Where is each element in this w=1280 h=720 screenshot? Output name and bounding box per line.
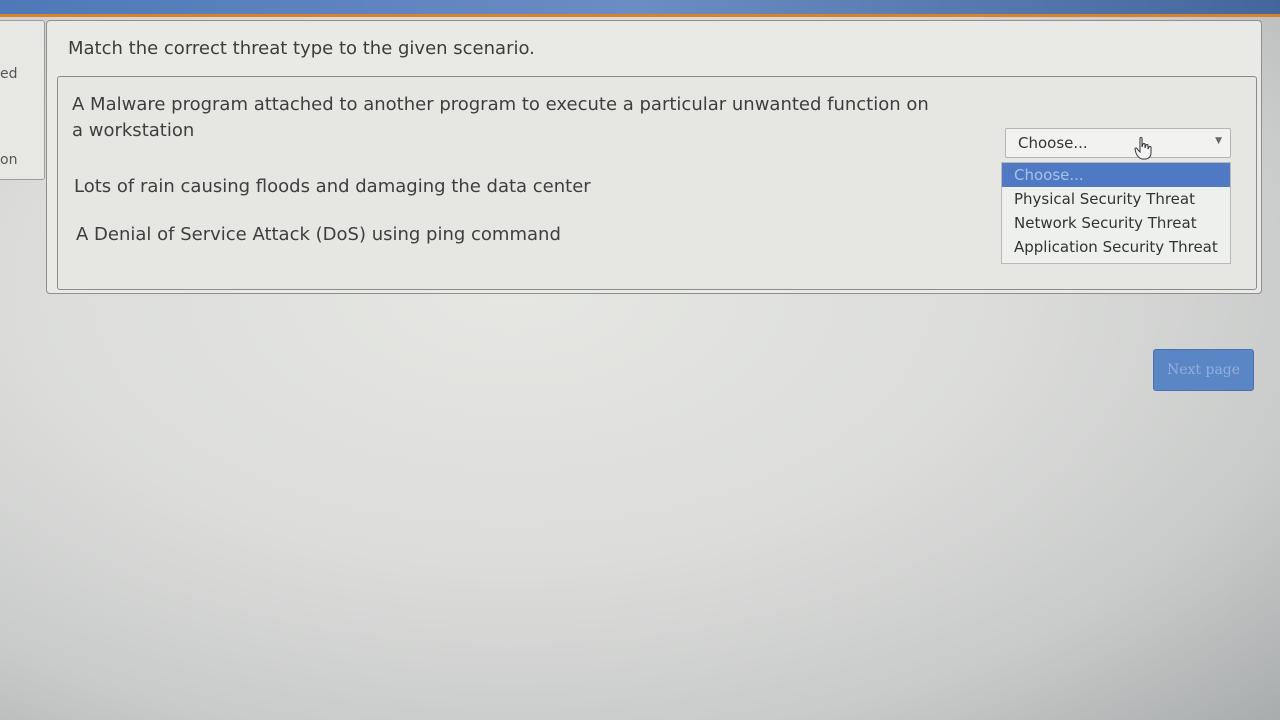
hand-pointer-icon bbox=[1134, 137, 1152, 160]
option-network-security-threat[interactable]: Network Security Threat bbox=[1002, 211, 1230, 235]
side-text-2: on bbox=[0, 152, 18, 168]
chevron-down-icon: ▼ bbox=[1215, 136, 1222, 146]
scenario-flood: Lots of rain causing floods and damaging… bbox=[74, 176, 591, 197]
option-application-security-threat[interactable]: Application Security Threat bbox=[1002, 235, 1230, 259]
select-value: Choose... bbox=[1018, 134, 1088, 152]
top-bar bbox=[0, 0, 1280, 17]
option-choose[interactable]: Choose... bbox=[1002, 163, 1230, 187]
next-page-button[interactable]: Next page bbox=[1153, 349, 1254, 391]
option-physical-security-threat[interactable]: Physical Security Threat bbox=[1002, 187, 1230, 211]
scenario-dos: A Denial of Service Attack (DoS) using p… bbox=[76, 224, 561, 245]
question-title: Match the correct threat type to the giv… bbox=[68, 38, 535, 59]
scenario-malware: A Malware program attached to another pr… bbox=[72, 94, 929, 141]
threat-type-select[interactable]: Choose... ▼ bbox=[1005, 128, 1231, 158]
threat-type-dropdown: Choose... Physical Security Threat Netwo… bbox=[1001, 162, 1231, 264]
side-text-1: ed bbox=[0, 66, 18, 82]
